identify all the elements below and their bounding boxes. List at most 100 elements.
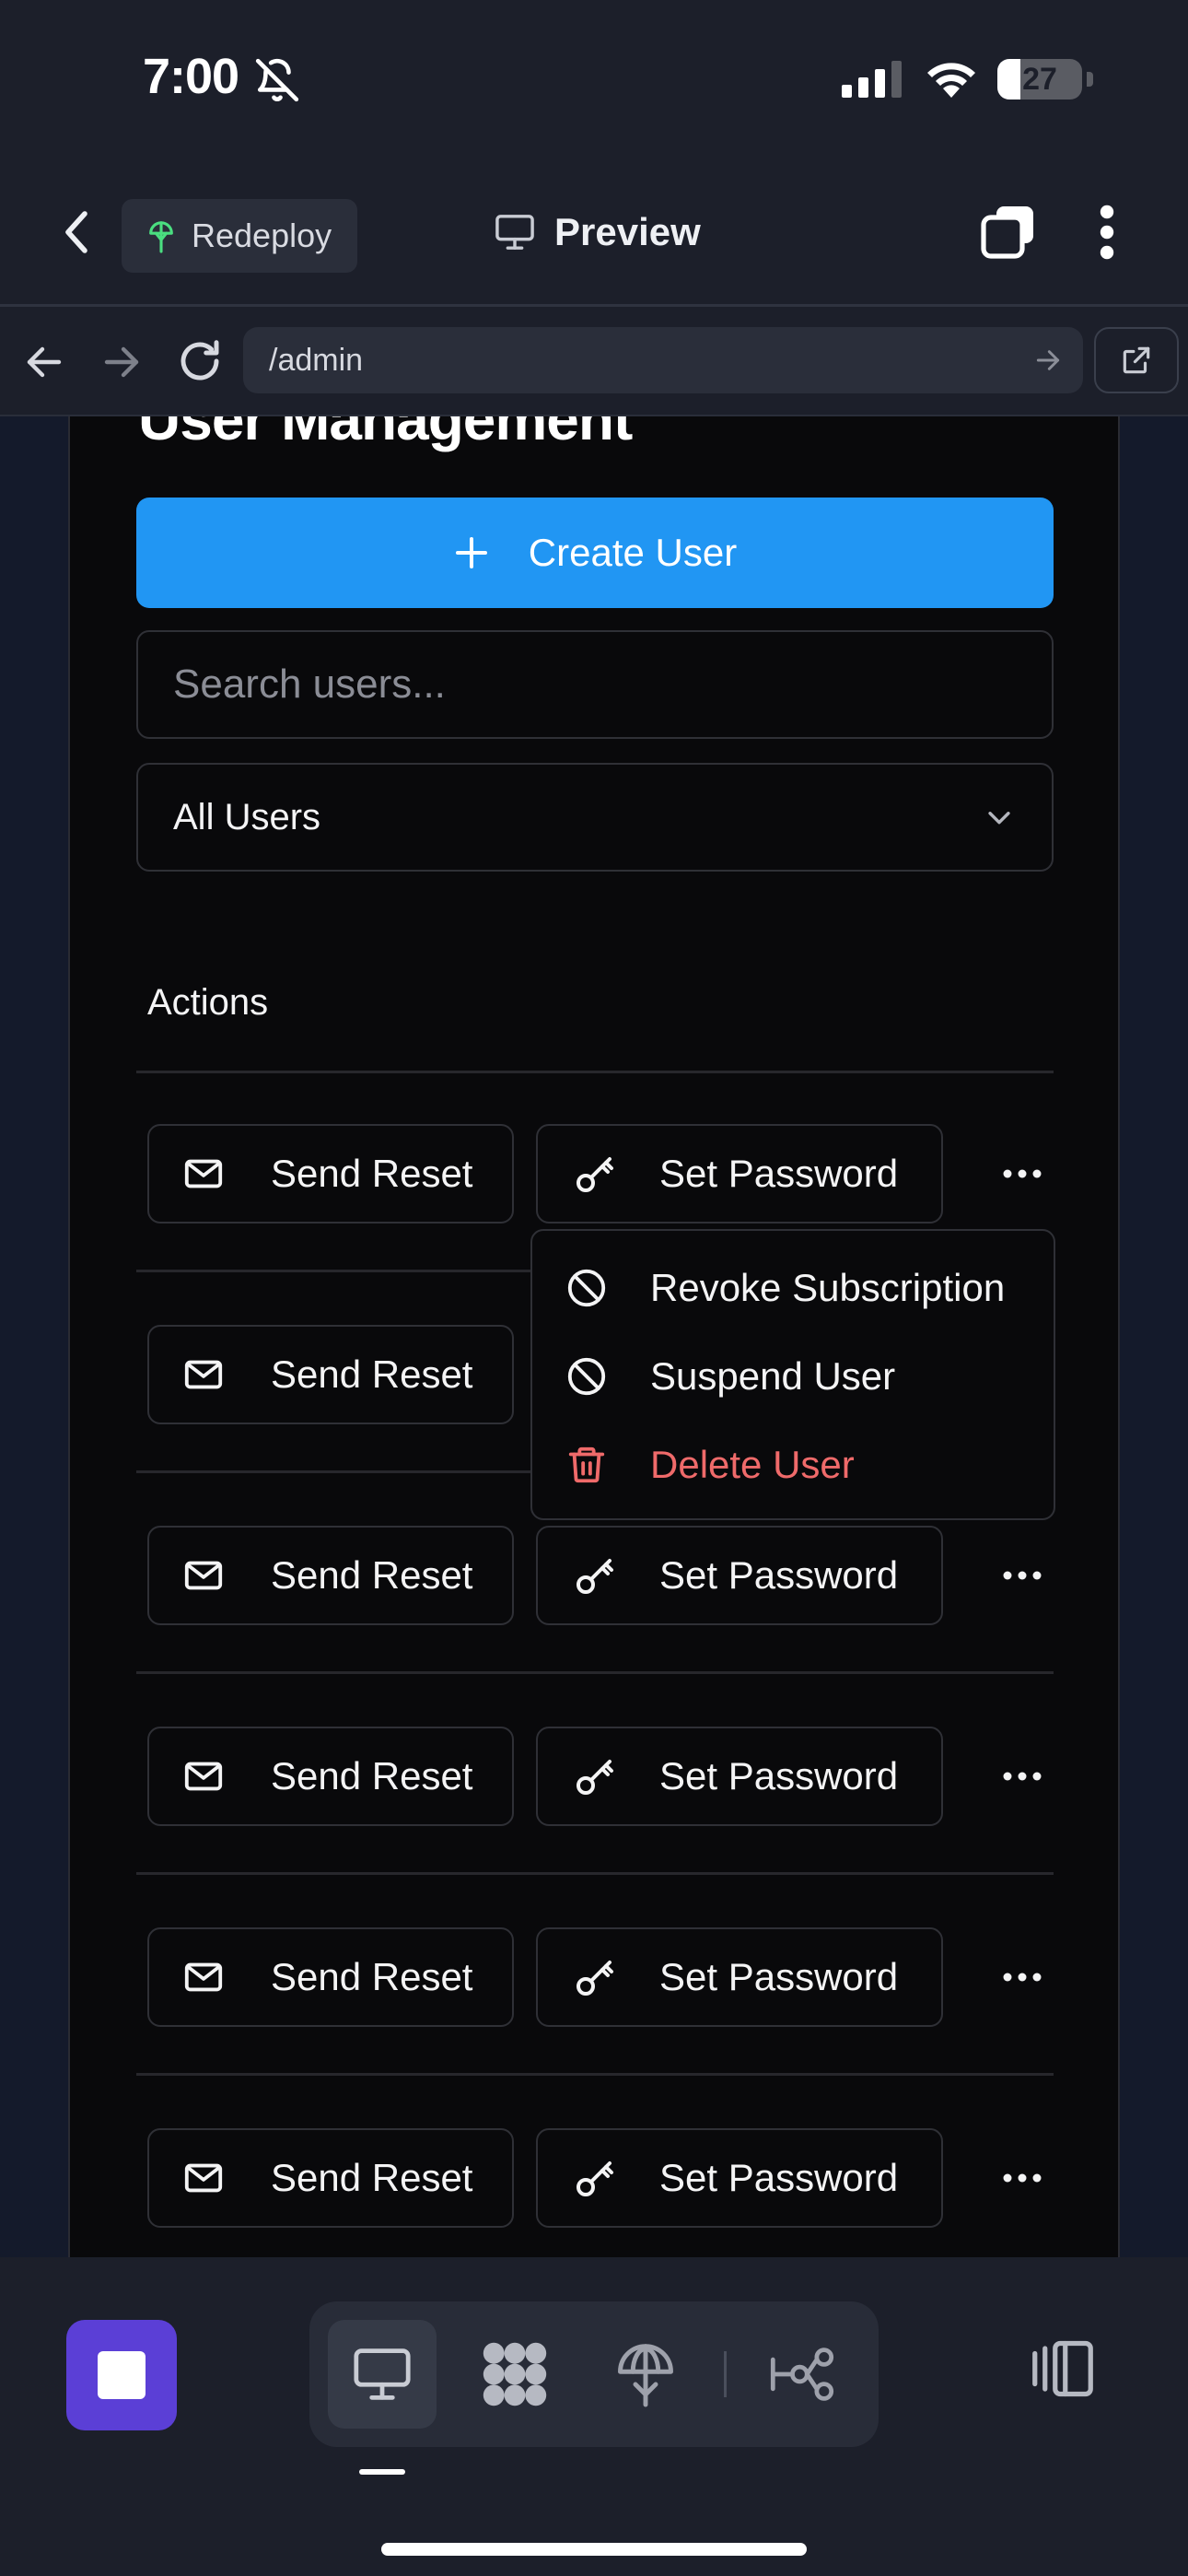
browser-bar: /admin: [0, 318, 1188, 406]
send-reset-button[interactable]: Send Reset: [147, 1526, 514, 1625]
reload-icon[interactable]: [175, 336, 225, 386]
trash-icon: [568, 1446, 605, 1483]
admin-panel: User Management Create User All Users Ac…: [68, 416, 1120, 2257]
send-reset-button[interactable]: Send Reset: [147, 1727, 514, 1826]
send-reset-label: Send Reset: [271, 1553, 473, 1597]
more-horizontal-icon[interactable]: [995, 1754, 1050, 1798]
send-reset-label: Send Reset: [271, 2156, 473, 2199]
workflow-icon: [770, 2348, 834, 2401]
external-link-button[interactable]: [1094, 327, 1179, 393]
mail-icon: [184, 1159, 223, 1188]
table-row: Send Reset Set Password: [147, 1927, 1054, 2027]
ban-icon: [567, 1269, 606, 1307]
mail-icon: [184, 1360, 223, 1389]
set-password-button[interactable]: Set Password: [536, 2128, 943, 2228]
send-reset-label: Send Reset: [271, 1152, 473, 1195]
mail-icon: [184, 1762, 223, 1791]
panels-icon[interactable]: [1030, 2338, 1096, 2399]
key-icon: [577, 1559, 613, 1594]
set-password-button[interactable]: Set Password: [536, 1927, 943, 2027]
set-password-label: Set Password: [659, 2156, 899, 2199]
set-password-label: Set Password: [659, 1754, 899, 1797]
redeploy-label: Redeploy: [192, 217, 332, 254]
status-time: 7:00: [143, 49, 239, 104]
revoke-subscription-item[interactable]: Revoke Subscription: [565, 1266, 1005, 1310]
send-reset-label: Send Reset: [271, 1955, 473, 1998]
deploy-tool[interactable]: [591, 2320, 700, 2429]
more-horizontal-icon[interactable]: [995, 1152, 1050, 1196]
page-title: User Management: [138, 416, 633, 452]
redeploy-button[interactable]: Redeploy: [122, 199, 358, 273]
send-reset-label: Send Reset: [271, 1754, 473, 1797]
row-divider: [136, 2073, 1054, 2076]
search-input[interactable]: [136, 630, 1054, 739]
preview-label: Preview: [554, 210, 701, 253]
bell-slash-icon: [254, 57, 300, 103]
home-indicator: [381, 2543, 807, 2556]
arrow-left-icon[interactable]: [22, 340, 66, 384]
url-text: /admin: [269, 343, 364, 378]
key-icon: [577, 1961, 613, 1996]
signal-icon: [842, 61, 903, 98]
chevron-down-icon: [988, 812, 1010, 825]
row-divider: [136, 1071, 1054, 1073]
send-reset-button[interactable]: Send Reset: [147, 1325, 514, 1424]
row-divider: [136, 1671, 1054, 1674]
create-user-button[interactable]: Create User: [136, 498, 1054, 608]
url-field[interactable]: /admin: [243, 327, 1083, 393]
set-password-button[interactable]: Set Password: [536, 1124, 943, 1224]
suspend-user-label: Suspend User: [650, 1354, 896, 1398]
set-password-label: Set Password: [659, 1955, 899, 1998]
create-user-label: Create User: [528, 531, 738, 574]
battery-cap: [1087, 72, 1093, 87]
send-reset-button[interactable]: Send Reset: [147, 1124, 514, 1224]
user-actions-menu: Revoke Subscription Suspend User Delete …: [530, 1229, 1055, 1520]
preview-title: Preview: [494, 210, 701, 254]
delete-user-label: Delete User: [650, 1443, 855, 1486]
tool-separator: [724, 2351, 727, 2397]
redeploy-icon: [149, 221, 173, 253]
send-reset-button[interactable]: Send Reset: [147, 2128, 514, 2228]
send-reset-button[interactable]: Send Reset: [147, 1927, 514, 2027]
chevron-left-icon: [65, 211, 87, 253]
external-link-icon: [1123, 346, 1150, 374]
mail-icon: [184, 2163, 223, 2193]
more-horizontal-icon[interactable]: [995, 1955, 1050, 1999]
active-tool-indicator: [359, 2469, 405, 2475]
header-divider: [0, 304, 1188, 307]
integrations-tool[interactable]: [460, 2320, 569, 2429]
workflow-tool[interactable]: [748, 2320, 856, 2429]
grid-blob-icon: [483, 2342, 547, 2406]
tool-group: [309, 2301, 879, 2447]
monitor-icon: [354, 2348, 411, 2400]
wifi-icon: [924, 57, 979, 98]
more-horizontal-icon[interactable]: [995, 1553, 1050, 1598]
table-row: Send Reset Set Password: [147, 1124, 1054, 1224]
suspend-user-item[interactable]: Suspend User: [565, 1354, 895, 1399]
tabs-icon[interactable]: [978, 203, 1037, 262]
key-icon: [577, 2161, 613, 2196]
arrow-right-small-icon[interactable]: [1033, 345, 1063, 375]
table-row: Send Reset Set Password: [147, 2128, 1054, 2228]
more-vertical-icon[interactable]: [1090, 203, 1124, 262]
set-password-label: Set Password: [659, 1553, 899, 1597]
set-password-button[interactable]: Set Password: [536, 1727, 943, 1826]
key-icon: [577, 1760, 613, 1795]
battery-level-text: 27: [1022, 62, 1057, 97]
user-filter-select[interactable]: All Users: [136, 763, 1054, 872]
stop-icon: [98, 2351, 146, 2399]
set-password-button[interactable]: Set Password: [536, 1526, 943, 1625]
mail-icon: [184, 1962, 223, 1992]
revoke-subscription-label: Revoke Subscription: [650, 1266, 1006, 1309]
status-bar: 7:00 27: [0, 0, 1188, 157]
row-divider: [136, 1872, 1054, 1875]
arrow-right-icon[interactable]: [99, 340, 144, 384]
bottom-toolbar: [0, 2257, 1188, 2576]
back-button[interactable]: [48, 203, 107, 262]
plus-icon: [455, 537, 487, 568]
delete-user-item[interactable]: Delete User: [565, 1443, 855, 1487]
more-horizontal-icon[interactable]: [995, 2156, 1050, 2200]
stop-button[interactable]: [66, 2320, 177, 2430]
preview-tool[interactable]: [328, 2320, 437, 2429]
battery-icon: 27: [997, 59, 1082, 100]
